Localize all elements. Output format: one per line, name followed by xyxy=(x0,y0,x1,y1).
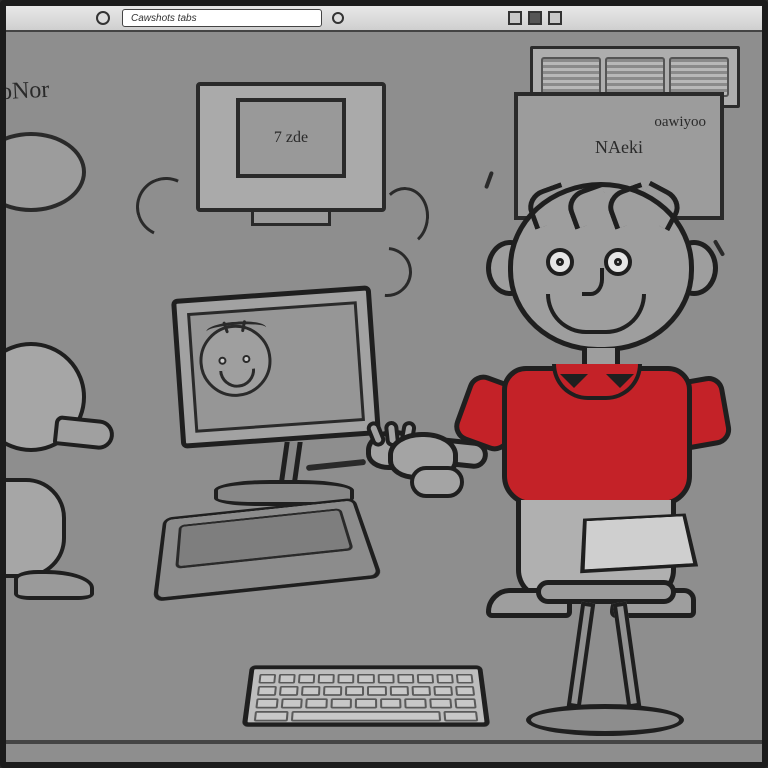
screen-face-icon xyxy=(197,322,283,417)
application-window: Cawshots tabs oNor 7 zde xyxy=(0,0,768,768)
poster-text-line: oawiyoo xyxy=(532,114,706,131)
gesture-hand xyxy=(378,422,488,512)
wall-tv-label: 7 zde xyxy=(274,129,308,147)
vent-icon xyxy=(669,57,729,97)
drawing-tablet xyxy=(153,479,373,610)
keyboard xyxy=(242,665,491,726)
secondary-character xyxy=(0,342,106,642)
title-bar: Cawshots tabs xyxy=(6,6,762,32)
corner-label: oNor xyxy=(0,77,50,107)
floor-line xyxy=(6,740,762,744)
vent-icon xyxy=(541,57,601,97)
window-control-icon[interactable] xyxy=(96,11,110,25)
search-icon[interactable] xyxy=(332,12,344,24)
poster-text-line: NAeki xyxy=(532,137,706,158)
window-buttons xyxy=(508,11,562,25)
minimize-icon[interactable] xyxy=(508,11,522,25)
sketch-arrow xyxy=(128,169,205,246)
cloud-puff xyxy=(0,132,86,212)
title-field[interactable]: Cawshots tabs xyxy=(122,9,322,27)
notepad xyxy=(580,513,698,573)
close-icon[interactable] xyxy=(548,11,562,25)
stool xyxy=(526,580,686,740)
wall-tv: 7 zde xyxy=(196,82,386,232)
vent-icon xyxy=(605,57,665,97)
illustration-canvas: oNor 7 zde oawiyoo NAeki xyxy=(6,32,762,762)
maximize-icon[interactable] xyxy=(528,11,542,25)
